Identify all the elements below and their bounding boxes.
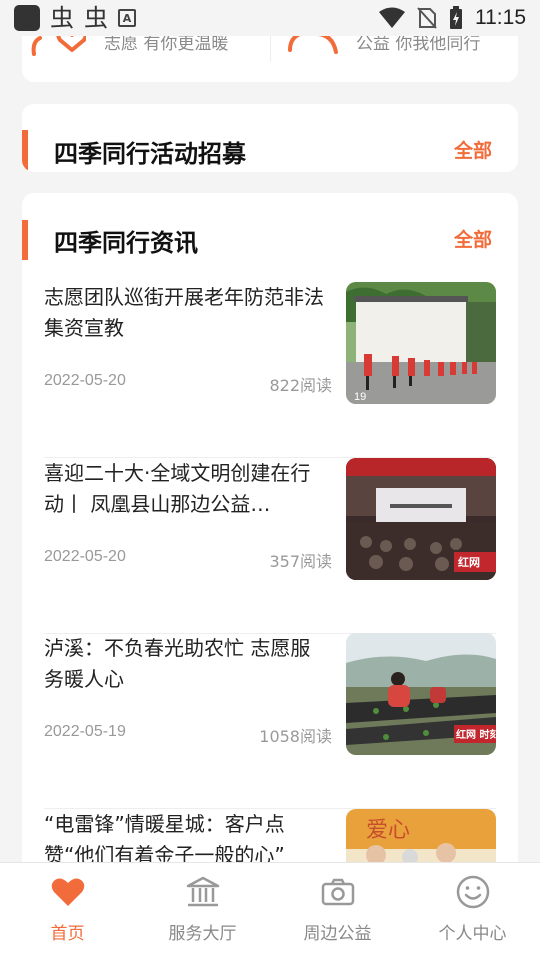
- no-sim-icon: [417, 7, 437, 29]
- section-accent-bar: [22, 220, 28, 260]
- svg-text:爱心: 爱心: [366, 818, 410, 843]
- news-date: 2022-05-20: [44, 548, 126, 565]
- view-all-news-link[interactable]: 全部: [454, 225, 492, 252]
- view-all-activities-link[interactable]: 全部: [454, 136, 492, 163]
- nav-label: 周边公益: [303, 924, 372, 944]
- news-item[interactable]: 志愿团队巡街开展老年防范非法集资宣教 2022-05-20 822阅读 19: [44, 282, 496, 458]
- nav-label: 服务大厅: [168, 924, 237, 944]
- status-bar: 虫 虫 A 11:15: [0, 0, 540, 36]
- news-title: 泸溪：不负春光助农忙 志愿服务暖人心: [44, 636, 311, 691]
- nav-service-hall[interactable]: 服务大厅: [135, 863, 270, 960]
- clock: 11:15: [475, 6, 526, 29]
- thumb-overlay: 红网: [458, 555, 480, 569]
- heart-icon: [51, 875, 85, 909]
- bug-app-icon: 虫: [50, 4, 74, 32]
- nav-label: 个人中心: [438, 924, 507, 944]
- thumb-overlay: 19: [354, 391, 366, 403]
- news-read-count: 1058阅读: [259, 727, 332, 746]
- news-thumbnail: 红网 时刻: [346, 633, 496, 755]
- news-date: 2022-05-20: [44, 372, 126, 389]
- news-date: 2022-05-19: [44, 723, 126, 740]
- section-title: 四季同行活动招募: [54, 140, 246, 168]
- wifi-icon: [379, 7, 405, 28]
- app-notification-icon: [14, 5, 40, 31]
- section-title: 四季同行资讯: [54, 229, 198, 257]
- nav-home[interactable]: 首页: [0, 863, 135, 960]
- news-item[interactable]: 泸溪：不负春光助农忙 志愿服务暖人心 2022-05-19 1058阅读 红网 …: [44, 633, 496, 809]
- bottom-navigation: 首页 服务大厅 周边公益 个人中心: [0, 862, 540, 960]
- nav-label: 首页: [50, 924, 85, 944]
- bug-app-icon-2: 虫: [84, 4, 108, 32]
- news-section: 四季同行资讯 全部 志愿团队巡街开展老年防范非法集资宣教 2022-05-20 …: [22, 193, 518, 960]
- news-read-count: 357阅读: [269, 552, 332, 571]
- section-accent-bar: [22, 130, 28, 170]
- news-thumbnail: 红网: [346, 458, 496, 580]
- smile-icon: [456, 875, 490, 909]
- news-thumbnail: 19: [346, 282, 496, 404]
- nav-profile[interactable]: 个人中心: [405, 863, 540, 960]
- institution-icon: [186, 875, 220, 909]
- font-app-icon: A: [118, 9, 136, 27]
- camera-icon: [321, 875, 355, 909]
- thumb-overlay: 红网 时刻: [456, 728, 496, 741]
- battery-charging-icon: [450, 6, 462, 29]
- news-item[interactable]: 喜迎二十大·全域文明创建在行动丨 凤凰县山那边公益… 2022-05-20 35…: [44, 458, 496, 634]
- nav-nearby-charity[interactable]: 周边公益: [270, 863, 405, 960]
- activity-recruit-section: 四季同行活动招募 全部: [22, 104, 518, 172]
- news-read-count: 822阅读: [269, 376, 332, 395]
- news-title: 喜迎二十大·全域文明创建在行动丨 凤凰县山那边公益…: [44, 461, 311, 516]
- news-title: 志愿团队巡街开展老年防范非法集资宣教: [44, 285, 324, 340]
